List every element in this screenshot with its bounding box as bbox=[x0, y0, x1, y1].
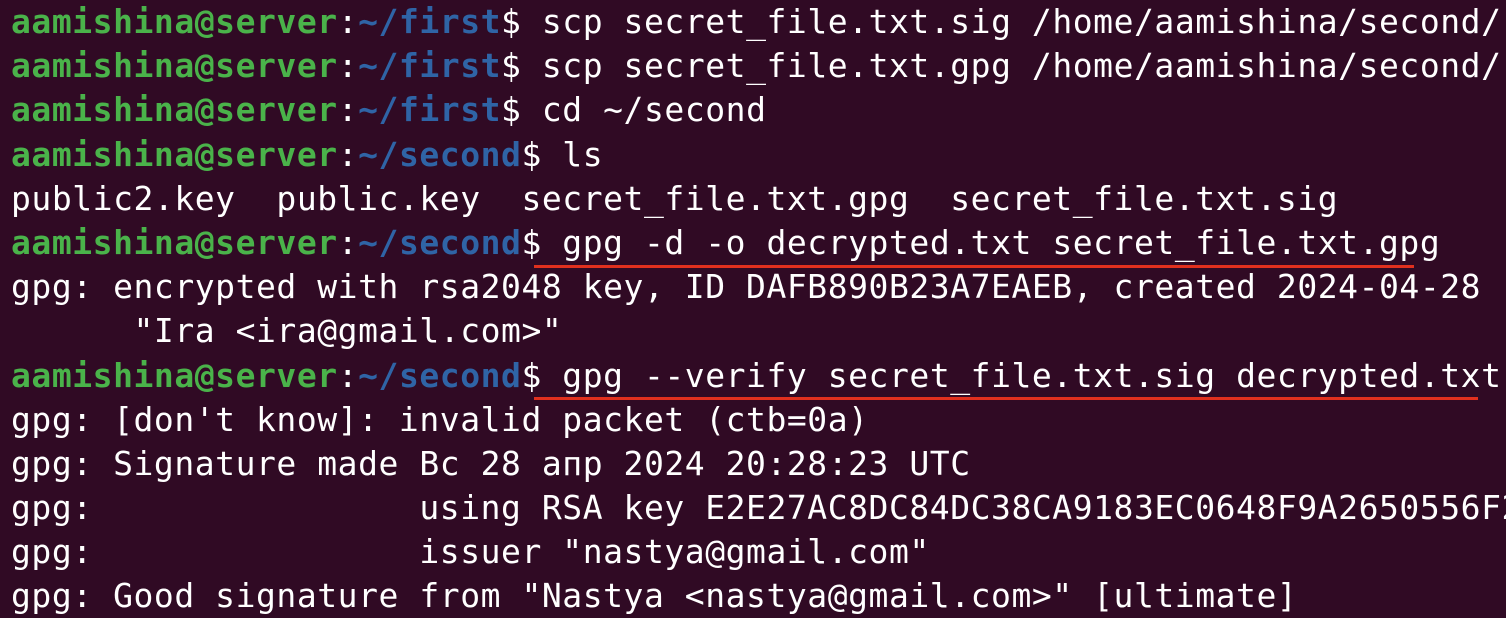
prompt-user-host: aamishina@server bbox=[11, 46, 338, 86]
prompt-user-host: aamishina@server bbox=[11, 2, 338, 41]
output-line: gpg: [don't know]: invalid packet (ctb=0… bbox=[11, 399, 869, 439]
output-line: gpg: encrypted with rsa2048 key, ID DAFB… bbox=[11, 267, 1482, 307]
highlight-underline-decrypt bbox=[534, 265, 1414, 268]
output-line: gpg: using RSA key E2E27AC8DC84DC38CA918… bbox=[11, 488, 1506, 528]
prompt-colon: : bbox=[337, 2, 359, 41]
prompt-path: ~/first bbox=[358, 2, 502, 41]
prompt-dollar: $ bbox=[501, 46, 542, 86]
prompt-user-host: aamishina@server bbox=[11, 222, 338, 262]
output-line: gpg: Signature made Вс 28 апр 2024 20:28… bbox=[11, 443, 971, 483]
prompt-line: aamishina@server:~/first$ scp secret_fil… bbox=[11, 44, 1506, 88]
prompt-colon: : bbox=[337, 90, 359, 130]
prompt-colon: : bbox=[337, 46, 359, 86]
prompt-dollar: $ bbox=[521, 222, 563, 262]
prompt-user-host: aamishina@server bbox=[11, 355, 338, 395]
prompt-user-host: aamishina@server bbox=[11, 90, 338, 130]
highlight-underline-verify bbox=[534, 397, 1478, 400]
output-line: gpg: issuer "nastya@gmail.com" bbox=[11, 532, 930, 572]
command-text: scp secret_file.txt.sig /home/aamishina/… bbox=[541, 2, 1502, 41]
prompt-path: ~/first bbox=[358, 46, 502, 86]
output-line: gpg: Good signature from "Nastya <nastya… bbox=[11, 576, 1298, 616]
command-text: gpg -d -o decrypted.txt secret_file.txt.… bbox=[562, 222, 1441, 262]
prompt-line: aamishina@server:~/second$ gpg -d -o dec… bbox=[11, 221, 1506, 265]
output-line: public2.key public.key secret_file.txt.g… bbox=[11, 178, 1339, 218]
prompt-dollar: $ bbox=[501, 2, 542, 41]
command-text: cd ~/second bbox=[541, 90, 767, 130]
prompt-line: aamishina@server:~/second$ gpg --verify … bbox=[11, 354, 1506, 398]
terminal-window[interactable]: aamishina@server:~/first$ scp secret_fil… bbox=[0, 0, 1506, 618]
prompt-line: aamishina@server:~/first$ cd ~/second bbox=[11, 88, 1506, 132]
command-text: scp secret_file.txt.gpg /home/aamishina/… bbox=[541, 46, 1502, 86]
output-line: "Ira <ira@gmail.com>" bbox=[11, 311, 563, 351]
prompt-line: aamishina@server:~/second$ ls bbox=[11, 133, 1506, 177]
command-text: ls bbox=[562, 134, 604, 174]
prompt-dollar: $ bbox=[521, 134, 563, 174]
prompt-path: ~/second bbox=[358, 222, 522, 262]
prompt-colon: : bbox=[337, 355, 359, 395]
prompt-path: ~/second bbox=[358, 134, 522, 174]
prompt-colon: : bbox=[337, 134, 359, 174]
prompt-dollar: $ bbox=[521, 355, 563, 395]
prompt-dollar: $ bbox=[501, 90, 542, 130]
terminal-output: aamishina@server:~/first$ scp secret_fil… bbox=[11, 0, 1506, 618]
prompt-path: ~/second bbox=[358, 355, 522, 395]
prompt-path: ~/first bbox=[358, 90, 502, 130]
prompt-user-host: aamishina@server bbox=[11, 134, 338, 174]
prompt-line: aamishina@server:~/first$ scp secret_fil… bbox=[11, 0, 1506, 44]
prompt-colon: : bbox=[337, 222, 359, 262]
command-text: gpg --verify secret_file.txt.sig decrypt… bbox=[562, 355, 1502, 395]
